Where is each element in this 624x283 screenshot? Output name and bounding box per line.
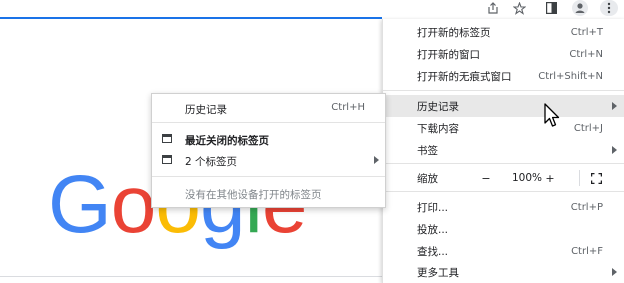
menu-item-label: 投放... bbox=[417, 223, 449, 236]
mouse-cursor-icon bbox=[544, 103, 560, 133]
menu-item-label: 历史记录 bbox=[417, 100, 459, 113]
profile-icon[interactable] bbox=[571, 0, 589, 16]
menu-item-label: 打开新的窗口 bbox=[417, 48, 480, 61]
menu-item-shortcut: Ctrl+T bbox=[570, 26, 603, 38]
submenu-item-shortcut: Ctrl+H bbox=[331, 102, 365, 113]
menu-item-bookmarks[interactable]: 书签 bbox=[383, 139, 624, 161]
browser-window: Google 打开新的标签页 Ctrl+T 打开新的窗口 Ctrl+N 打开新的… bbox=[0, 0, 624, 283]
submenu-item-label: 最近关闭的标签页 bbox=[185, 135, 269, 147]
chrome-main-menu: 打开新的标签页 Ctrl+T 打开新的窗口 Ctrl+N 打开新的无痕式窗口 C… bbox=[382, 19, 624, 283]
share-icon[interactable] bbox=[485, 0, 501, 16]
submenu-item-label: 2 个标签页 bbox=[185, 156, 238, 168]
menu-separator bbox=[152, 176, 385, 177]
menu-item-label: 更多工具 bbox=[417, 266, 459, 279]
submenu-arrow-icon bbox=[612, 268, 617, 276]
menu-item-label: 查找... bbox=[417, 245, 449, 258]
zoom-out-button[interactable]: − bbox=[479, 171, 493, 185]
menu-item-new-window[interactable]: 打开新的窗口 Ctrl+N bbox=[383, 43, 624, 65]
menu-item-label: 打开新的标签页 bbox=[417, 26, 491, 39]
menu-separator bbox=[383, 191, 624, 192]
zoom-in-button[interactable]: + bbox=[543, 171, 557, 185]
browser-toolbar bbox=[0, 0, 624, 18]
menu-item-shortcut: Ctrl+Shift+N bbox=[538, 70, 603, 82]
menu-item-history[interactable]: 历史记录 bbox=[383, 95, 624, 117]
menu-separator bbox=[383, 90, 624, 91]
submenu-arrow-icon bbox=[612, 102, 617, 110]
menu-item-label: 书签 bbox=[417, 144, 438, 157]
menu-item-print[interactable]: 打印... Ctrl+P bbox=[383, 196, 624, 218]
menu-item-label: 打开新的无痕式窗口 bbox=[417, 70, 512, 83]
submenu-item-label: 历史记录 bbox=[185, 104, 227, 116]
zoom-divider bbox=[579, 170, 580, 186]
menu-item-label: 打印... bbox=[417, 201, 449, 214]
zoom-control: 缩放 − 100% + bbox=[383, 167, 624, 189]
menu-item-shortcut: Ctrl+J bbox=[573, 122, 603, 134]
submenu-arrow-icon bbox=[612, 146, 617, 154]
divider bbox=[0, 276, 382, 277]
menu-item-cast[interactable]: 投放... bbox=[383, 218, 624, 240]
star-icon[interactable] bbox=[511, 0, 527, 16]
submenu-arrow-icon bbox=[374, 156, 379, 164]
side-panel-icon[interactable] bbox=[544, 0, 558, 16]
tab-icon bbox=[162, 134, 172, 143]
menu-item-shortcut: Ctrl+N bbox=[569, 48, 603, 60]
menu-item-shortcut: Ctrl+P bbox=[570, 201, 603, 213]
history-submenu: 历史记录 Ctrl+H 最近关闭的标签页 2 个标签页 没有在其他设备打开的标签… bbox=[151, 93, 386, 208]
menu-item-new-tab[interactable]: 打开新的标签页 Ctrl+T bbox=[383, 21, 624, 43]
submenu-item-history[interactable]: 历史记录 Ctrl+H bbox=[152, 97, 385, 119]
menu-item-shortcut: Ctrl+F bbox=[571, 245, 603, 257]
menu-item-more-tools[interactable]: 更多工具 bbox=[383, 261, 624, 283]
loading-bar bbox=[0, 17, 382, 19]
menu-item-label: 下载内容 bbox=[417, 122, 459, 135]
fullscreen-icon[interactable] bbox=[589, 171, 603, 185]
menu-item-new-incognito[interactable]: 打开新的无痕式窗口 Ctrl+Shift+N bbox=[383, 65, 624, 87]
tab-icon bbox=[162, 155, 172, 164]
menu-separator bbox=[152, 122, 385, 123]
logo-letter: G bbox=[48, 159, 112, 250]
zoom-value: 100% bbox=[511, 172, 543, 184]
more-vert-icon[interactable] bbox=[600, 0, 618, 16]
menu-item-downloads[interactable]: 下载内容 Ctrl+J bbox=[383, 117, 624, 139]
menu-separator bbox=[383, 163, 624, 164]
menu-item-find[interactable]: 查找... Ctrl+F bbox=[383, 240, 624, 262]
submenu-item-tabs-group[interactable]: 2 个标签页 bbox=[152, 149, 385, 171]
submenu-item-label: 没有在其他设备打开的标签页 bbox=[185, 189, 322, 201]
logo-letter: o bbox=[110, 159, 157, 250]
zoom-label: 缩放 bbox=[417, 172, 438, 185]
submenu-item-recently-closed[interactable]: 最近关闭的标签页 bbox=[152, 128, 385, 150]
submenu-item-other-devices: 没有在其他设备打开的标签页 bbox=[152, 182, 385, 204]
